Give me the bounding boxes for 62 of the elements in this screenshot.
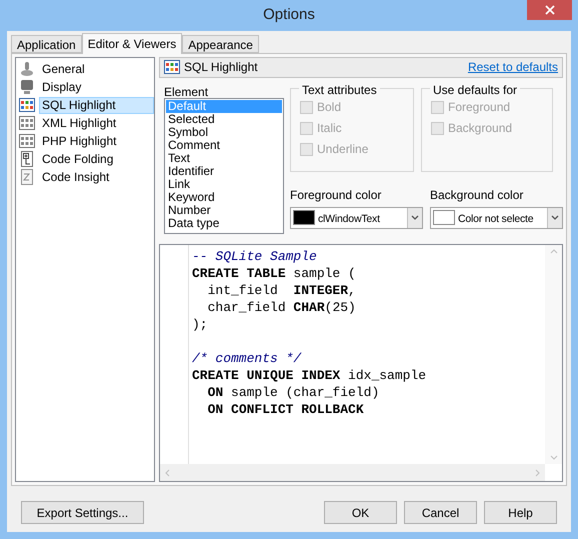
category-item[interactable]: Code Folding — [16, 150, 154, 168]
checkbox-label: Underline — [317, 141, 368, 158]
ok-button[interactable]: OK — [324, 501, 397, 524]
grid-icon — [19, 133, 35, 149]
chevron-down-icon — [551, 215, 559, 220]
checkbox-label: Background — [448, 120, 512, 138]
color-dropdown[interactable]: Color not selecte — [430, 206, 563, 229]
folding-icon — [19, 151, 35, 167]
tab[interactable]: Application — [11, 35, 82, 53]
scroll-down-icon[interactable] — [550, 455, 558, 460]
help-button[interactable]: Help — [484, 501, 557, 524]
scroll-right-icon[interactable] — [535, 468, 540, 476]
element-item[interactable]: Data type — [166, 216, 282, 230]
scroll-left-icon[interactable] — [165, 468, 170, 476]
checkbox-label: Italic — [317, 120, 342, 138]
category-item[interactable]: PHP Highlight — [16, 132, 154, 150]
code-line: CREATE UNIQUE INDEX idx_sample — [192, 366, 426, 384]
code-line: ); — [192, 316, 208, 333]
code-line: char_field CHAR(25) — [206, 298, 356, 316]
color-label: Foreground color — [290, 186, 382, 204]
color-dropdown[interactable]: clWindowText — [290, 206, 423, 229]
element-item[interactable]: Number — [166, 204, 282, 217]
color-grid-icon — [19, 97, 35, 113]
element-item[interactable]: Text — [166, 152, 282, 165]
document-icon — [19, 169, 35, 185]
close-button[interactable] — [527, 0, 572, 20]
chevron-down-icon — [411, 215, 419, 220]
export-settings-button[interactable]: Export Settings... — [21, 501, 144, 524]
element-item[interactable]: Keyword — [166, 190, 282, 204]
element-item[interactable]: Comment — [166, 138, 282, 152]
tab[interactable]: Appearance — [182, 35, 259, 53]
code-line: CREATE TABLE sample ( — [192, 264, 356, 282]
category-item[interactable]: General — [16, 60, 154, 78]
code-line: int_field INTEGER, — [206, 282, 356, 299]
reset-link[interactable]: Reset to defaults — [468, 58, 558, 76]
color-label: Background color — [430, 186, 524, 204]
window-title: Options — [263, 5, 315, 26]
cancel-button[interactable]: Cancel — [404, 501, 477, 524]
element-item[interactable]: Symbol — [166, 126, 282, 139]
dropdown-value: Color not selecte — [458, 212, 534, 225]
grid-icon — [19, 115, 35, 131]
dropdown-value: clWindowText — [318, 212, 380, 225]
code-comment: /* comments */ — [192, 350, 302, 367]
monitor-icon — [19, 79, 35, 95]
tab[interactable]: Editor & Viewers — [82, 33, 182, 54]
code-comment: -- SQLite Sample — [192, 248, 317, 265]
checkbox-label: Bold — [317, 99, 342, 116]
joystick-icon — [19, 61, 35, 77]
checkbox-label: Foreground — [448, 99, 510, 116]
category-item[interactable]: Code Insight — [16, 168, 154, 186]
close-icon — [544, 5, 554, 15]
code-line: ON sample (char_field) — [206, 384, 380, 401]
color-grid-icon — [164, 59, 180, 76]
element-item[interactable]: Selected — [166, 112, 282, 126]
category-item[interactable]: Display — [16, 78, 154, 96]
element-label: Element — [164, 84, 210, 98]
scroll-up-icon[interactable] — [550, 248, 558, 254]
category-item[interactable]: XML Highlight — [16, 114, 154, 132]
panel-title: SQL Highlight — [184, 59, 259, 76]
element-item[interactable]: Link — [166, 178, 282, 191]
element-item[interactable]: Identifier — [166, 164, 282, 178]
code-line: ON CONFLICT ROLLBACK — [206, 400, 364, 418]
